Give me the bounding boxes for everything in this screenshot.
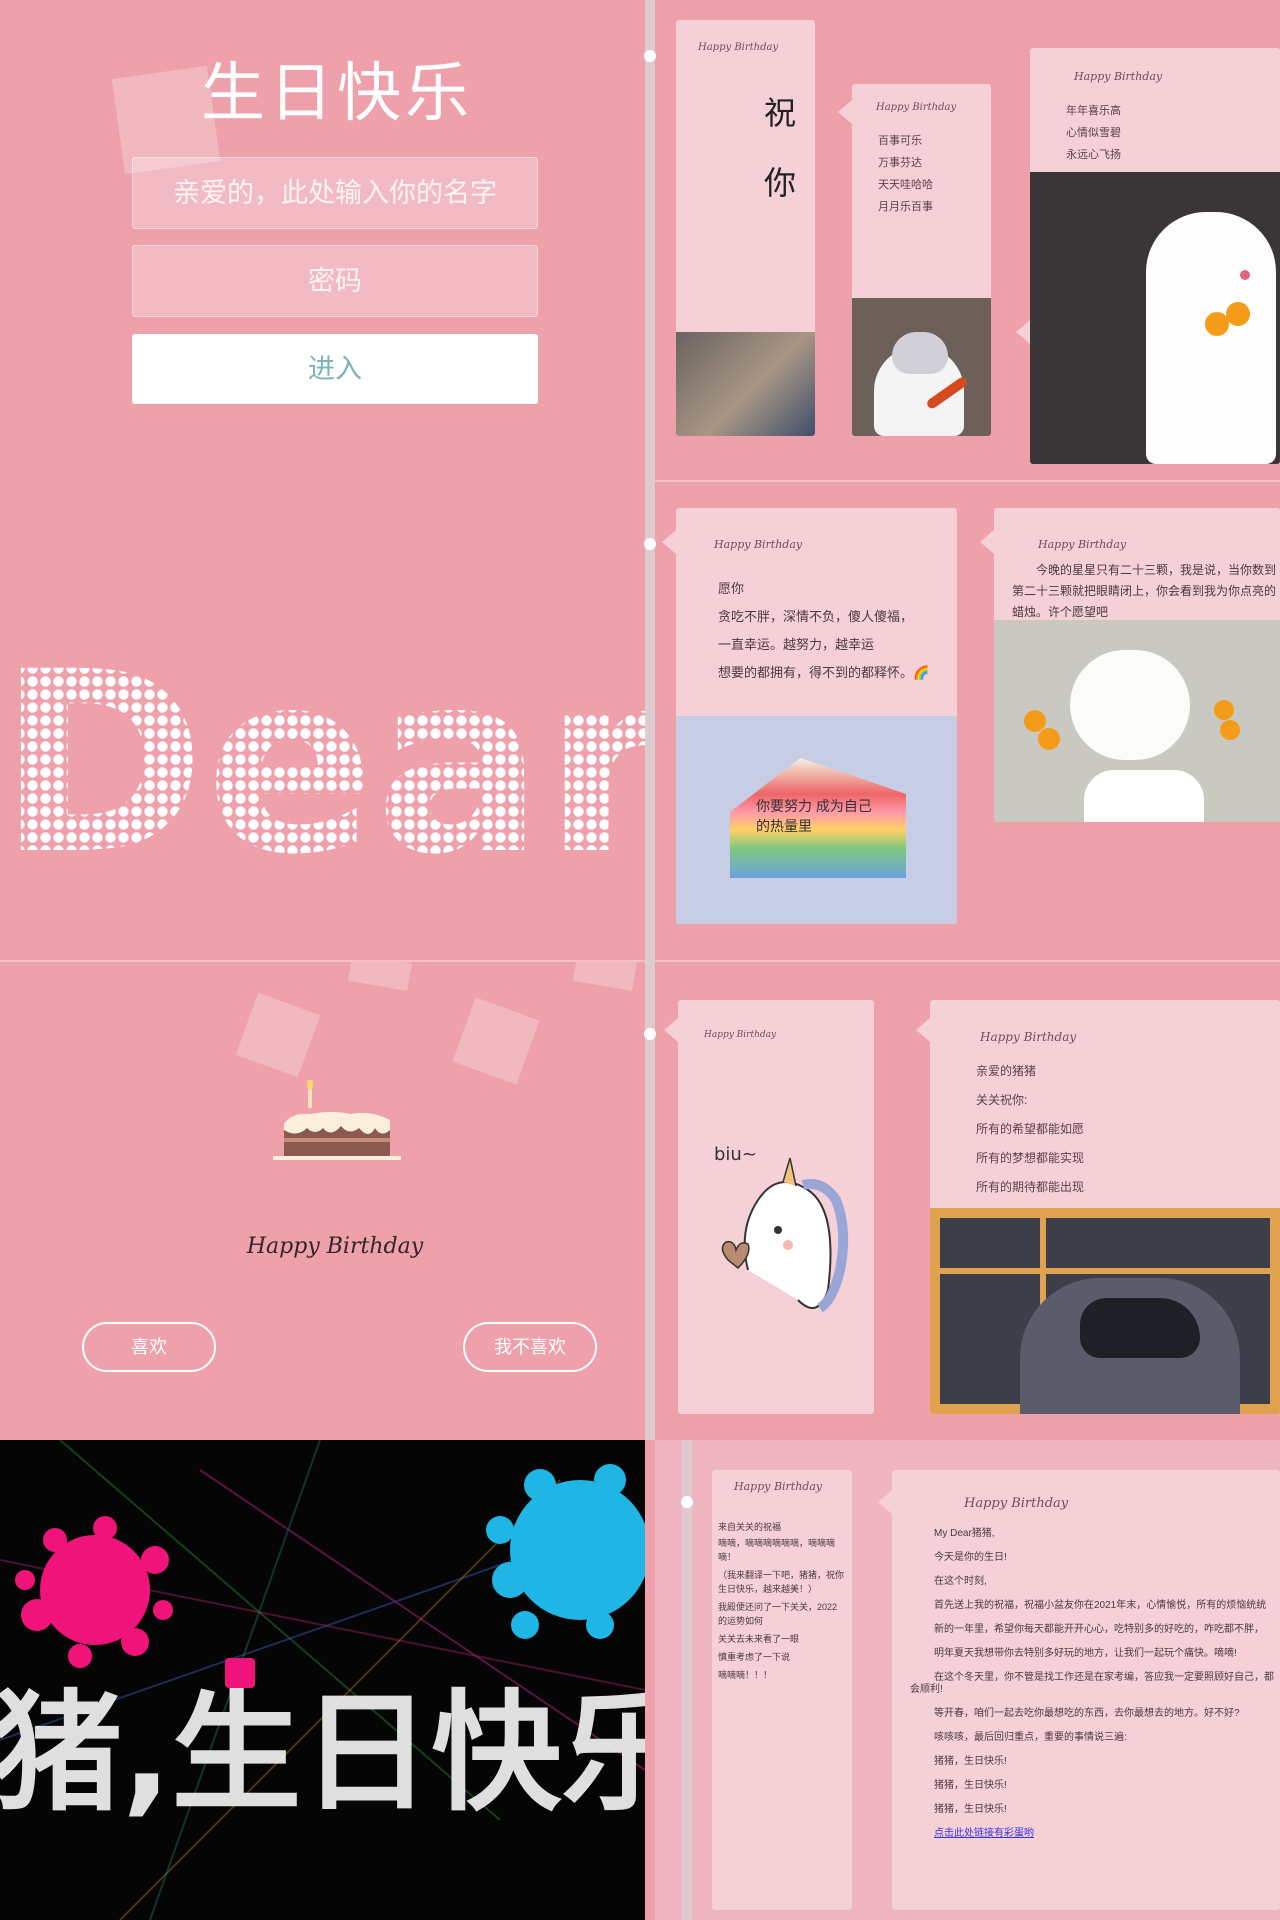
- easter-egg-link[interactable]: 点击此处链接有彩蛋哟: [892, 1828, 1280, 1840]
- card-lego: Happy Birthday 年年喜乐高 心情似雪碧 永远心飞扬: [1030, 48, 1280, 464]
- enter-button-label: 进入: [308, 354, 362, 384]
- fireworks-burst: 猪,生日快乐: [0, 1440, 645, 1920]
- cake-panel: Happy Birthday 喜欢 我不喜欢: [0, 962, 645, 1440]
- happy-birthday-script: Happy Birthday: [246, 1234, 424, 1259]
- card-zhu-ni: Happy Birthday 祝 你: [676, 20, 815, 436]
- cake-icon: [273, 1080, 401, 1160]
- card-script-title: Happy Birthday: [980, 1030, 1077, 1044]
- stars-text: 今晚的星星只有二十三颗，我是说，当你数到第二十三颗就把眼睛闭上，你会看到我为你点…: [1012, 563, 1277, 619]
- timeline-dot: [644, 538, 656, 550]
- dear-dotted-text: Dear: [0, 618, 645, 909]
- wish-line: 亲爱的猪猪: [976, 1064, 1037, 1078]
- wish-line: 百事可乐: [878, 135, 922, 147]
- timeline-dot: [644, 50, 656, 62]
- name-input-placeholder: 亲爱的，此处输入你的名字: [173, 178, 497, 208]
- wish-line: 万事芬达: [878, 157, 922, 169]
- card-script-title: Happy Birthday: [876, 102, 957, 113]
- wish-line: 所有的梦想都能实现: [976, 1151, 1085, 1165]
- like-button[interactable]: 喜欢: [82, 1322, 216, 1372]
- wish-line: 贪吃不胖，深情不负，傻人傻福，: [718, 609, 914, 624]
- card-guanguan: Happy Birthday 来自关关的祝福 嘀嘀，嘀嘀嘀嘀嘀嘀，嘀嘀嘀嘀！ （…: [712, 1470, 852, 1910]
- letter-body: My Dear猪猪, 今天是你的生日! 在这个时刻, 首先送上我的祝福，祝福小盆…: [892, 1528, 1280, 1840]
- wish-line: 所有的期待都能出现: [976, 1180, 1085, 1194]
- like-button-label: 喜欢: [131, 1337, 167, 1357]
- svg-text:猪,生日快乐: 猪,生日快乐: [0, 1677, 645, 1829]
- card-script-title: Happy Birthday: [704, 1030, 777, 1040]
- dear-panel: Dear: [0, 480, 645, 960]
- password-input[interactable]: 密码: [132, 245, 538, 317]
- cartoon-dobermann-image: [930, 1208, 1280, 1414]
- dislike-button[interactable]: 我不喜欢: [463, 1322, 597, 1372]
- rainbow-cake-photo: 你要努力 成为自己 的热量里: [676, 716, 957, 924]
- wish-line: 心情似雪碧: [1066, 127, 1121, 139]
- wish-char-2: 你: [764, 165, 797, 201]
- cartoon-dog-candy-image: [1030, 172, 1280, 464]
- login-panel: 生日快乐 亲爱的，此处输入你的名字 密码 进入: [0, 0, 645, 480]
- dislike-button-label: 我不喜欢: [494, 1337, 566, 1357]
- fireworks-panel: 猪,生日快乐: [0, 1440, 645, 1920]
- name-input[interactable]: 亲爱的，此处输入你的名字: [132, 157, 538, 229]
- card-cola: Happy Birthday 百事可乐 万事芬达 天天哇哈哈 月月乐百事: [852, 84, 991, 436]
- card-script-title: Happy Birthday: [1038, 538, 1127, 551]
- card-hopes: Happy Birthday 亲爱的猪猪 关关祝你: 所有的希望都能如愿 所有的…: [930, 1000, 1280, 1414]
- cartoon-sheep-image: [994, 620, 1280, 822]
- wish-line: 永远心飞扬: [1066, 149, 1121, 161]
- cat-photo: [676, 332, 815, 436]
- wish-line: 想要的都拥有，得不到的都释怀。🌈: [718, 665, 930, 680]
- card-stars: Happy Birthday 今晚的星星只有二十三颗，我是说，当你数到第二十三颗…: [994, 508, 1280, 822]
- wish-char-1: 祝: [764, 95, 797, 131]
- wish-line: 一直幸运。越努力，越幸运: [718, 637, 875, 652]
- wish-line: 天天哇哈哈: [878, 179, 933, 191]
- wish-line: 月月乐百事: [878, 201, 933, 213]
- page-title: 生日快乐: [201, 57, 473, 129]
- unicorn-doodle: biu~: [714, 1144, 849, 1313]
- wish-line: 愿你: [718, 581, 745, 596]
- card-unicorn: Happy Birthday biu~: [678, 1000, 874, 1414]
- wish-line: 所有的希望都能如愿: [976, 1122, 1085, 1136]
- svg-text:Dear: Dear: [0, 618, 645, 909]
- message-text: 来自关关的祝福 嘀嘀，嘀嘀嘀嘀嘀嘀，嘀嘀嘀嘀！ （我来翻译一下吧，猪猪，祝你生日…: [718, 1522, 845, 1680]
- card-script-title: Happy Birthday: [1074, 70, 1163, 83]
- cake-caption: 你要努力 成为自己 的热量里: [756, 798, 872, 834]
- wish-line: 关关祝你:: [976, 1093, 1028, 1107]
- svg-text:biu~: biu~: [714, 1144, 757, 1165]
- timeline-dot: [681, 1496, 693, 1508]
- timeline-dot: [644, 1028, 656, 1040]
- card-script-title: Happy Birthday: [964, 1496, 1069, 1511]
- card-script-title: Happy Birthday: [714, 538, 803, 551]
- card-script-title: Happy Birthday: [698, 42, 779, 53]
- wish-line: 年年喜乐高: [1066, 105, 1121, 117]
- card-wishes: Happy Birthday 愿你 贪吃不胖，深情不负，傻人傻福， 一直幸运。越…: [676, 508, 957, 924]
- cartoon-cat-image: [852, 298, 991, 436]
- password-input-placeholder: 密码: [308, 266, 362, 296]
- enter-button[interactable]: 进入: [132, 334, 538, 404]
- card-script-title: Happy Birthday: [734, 1480, 823, 1493]
- card-letter: Happy Birthday My Dear猪猪, 今天是你的生日! 在这个时刻…: [892, 1470, 1280, 1910]
